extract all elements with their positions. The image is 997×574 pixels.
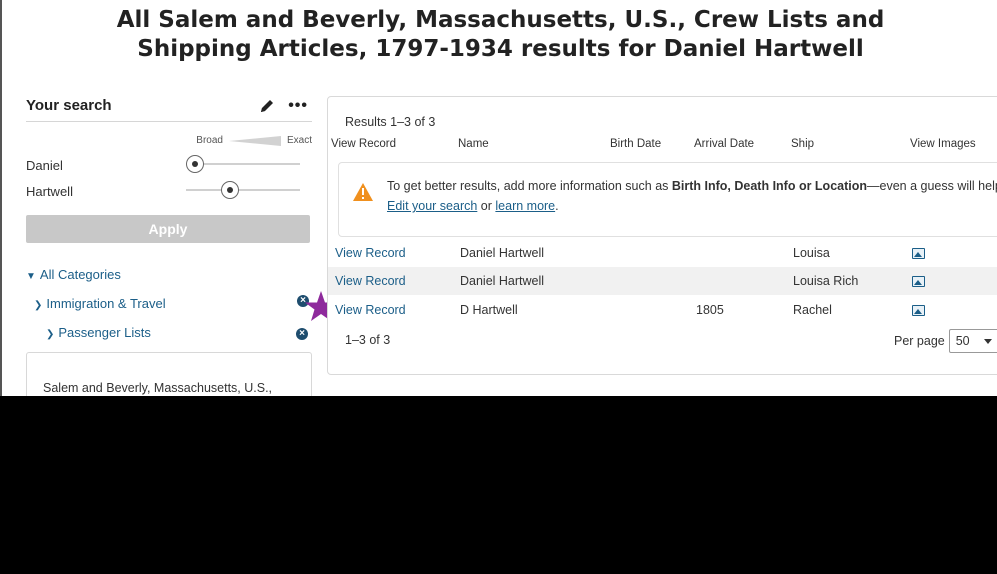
remove-filter-icon[interactable]: × [296, 328, 308, 340]
record-ship: Louisa [793, 246, 830, 260]
notice-suffix: —even a guess will help. [867, 179, 997, 193]
category-passenger-lists[interactable]: ❯ Passenger Lists × [46, 325, 312, 340]
column-header-birth-date[interactable]: Birth Date [610, 138, 661, 150]
record-name: Daniel Hartwell [460, 274, 545, 288]
category-passenger-label: Passenger Lists [58, 325, 151, 340]
chevron-down-icon: ▼ [26, 271, 36, 282]
notice-text: To get better results, add more informat… [387, 176, 997, 216]
browser-viewport: All Salem and Beverly, Massachusetts, U.… [0, 0, 997, 396]
record-ship: Louisa Rich [793, 274, 859, 288]
results-tip-notice: To get better results, add more informat… [338, 162, 997, 237]
per-page-value: 50 [955, 334, 970, 348]
chevron-down-icon [983, 338, 992, 344]
search-header-actions: ••• [258, 97, 308, 115]
column-header-view-images: View Images [910, 138, 976, 150]
page-title-line-1: All Salem and Beverly, Massachusetts, U.… [116, 7, 885, 33]
category-all-label: All Categories [39, 267, 121, 282]
broad-exact-scale: Broad Exact [26, 135, 312, 146]
page-title-line-2: Shipping Articles, 1797-1934 results for… [137, 36, 864, 62]
table-row: View Record Daniel Hartwell Louisa Rich [328, 267, 997, 295]
term-label: Daniel [26, 158, 63, 173]
view-image-icon[interactable] [912, 276, 925, 287]
edit-your-search-link[interactable]: Edit your search [387, 199, 477, 213]
pagination-summary: 1–3 of 3 [345, 333, 391, 347]
column-header-arrival-date[interactable]: Arrival Date [694, 138, 754, 150]
notice-prefix: To get better results, add more informat… [387, 179, 672, 193]
view-image-icon[interactable] [912, 248, 925, 259]
per-page-select[interactable]: 50 [948, 329, 997, 353]
column-header-name[interactable]: Name [458, 138, 489, 150]
page-title: All Salem and Beverly, Massachusetts, U.… [2, 6, 997, 64]
term-label: Hartwell [26, 184, 73, 199]
category-all[interactable]: ▼ All Categories [26, 267, 312, 282]
your-search-header: Your search ••• [26, 96, 312, 122]
record-arrival-date: 1805 [696, 303, 724, 317]
results-count: Results 1–3 of 3 [345, 115, 436, 129]
table-row: View Record Daniel Hartwell Louisa [328, 239, 997, 267]
view-record-link[interactable]: View Record [335, 246, 406, 260]
warning-icon [353, 183, 373, 201]
apply-button[interactable]: Apply [26, 215, 310, 243]
term-row-last-name: Hartwell [26, 180, 312, 202]
match-slider-handle[interactable] [186, 155, 204, 173]
column-header-ship[interactable]: Ship [791, 138, 814, 150]
view-image-icon[interactable] [912, 305, 925, 316]
scale-broad-label: Broad [196, 135, 223, 146]
learn-more-link[interactable]: learn more [495, 199, 555, 213]
search-sidebar: Your search ••• Broad Exact Daniel Hartw… [26, 96, 312, 396]
scale-exact-label: Exact [286, 135, 312, 146]
more-options-icon[interactable]: ••• [288, 97, 308, 113]
view-record-link[interactable]: View Record [335, 274, 406, 288]
pencil-icon[interactable] [258, 97, 276, 115]
record-name: Daniel Hartwell [460, 246, 545, 260]
results-panel: Results 1–3 of 3 View Record Name Birth … [327, 96, 997, 375]
your-search-heading: Your search [26, 97, 112, 114]
chevron-right-icon: ❯ [34, 300, 43, 311]
record-name: D Hartwell [460, 303, 518, 317]
collection-description: Salem and Beverly, Massachusetts, U.S., … [43, 381, 273, 395]
category-immigration-travel[interactable]: ❯ Immigration & Travel × [34, 295, 312, 311]
match-slider-track[interactable] [186, 181, 300, 199]
chevron-right-icon: ❯ [46, 329, 55, 340]
term-row-first-name: Daniel [26, 154, 312, 176]
record-ship: Rachel [793, 303, 832, 317]
per-page-control: Per page 50 [894, 329, 997, 353]
column-header-view-record: View Record [331, 138, 396, 150]
notice-middle: or [477, 199, 496, 213]
per-page-label: Per page [894, 334, 945, 348]
wedge-scale-icon [228, 135, 281, 146]
match-slider-handle[interactable] [220, 181, 239, 199]
match-slider-track[interactable] [186, 155, 300, 173]
notice-emphasis: Birth Info, Death Info or Location [671, 179, 867, 193]
category-immigration-label: Immigration & Travel [46, 296, 166, 311]
table-row: View Record D Hartwell 1805 Rachel [328, 296, 997, 324]
notice-end: . [555, 199, 559, 213]
view-record-link[interactable]: View Record [335, 303, 406, 317]
collection-card: Salem and Beverly, Massachusetts, U.S., … [26, 352, 312, 396]
